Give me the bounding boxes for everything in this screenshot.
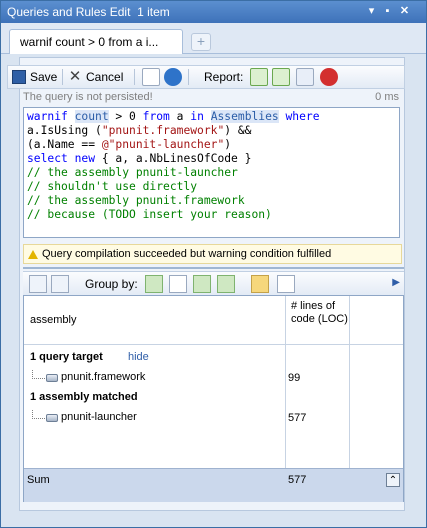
tab-strip: warnif count > 0 from a i... + [1,23,426,54]
code-token: in [183,110,211,123]
tab-label: warnif count > 0 from a i... [20,35,159,49]
code-comment: // the assembly pnunit.framework [27,194,245,207]
report-list-icon[interactable] [272,68,290,86]
results-grid: assembly # lines of code (LOC) 1 query t… [23,295,404,502]
code-comment: // the assembly pnunit-launcher [27,166,238,179]
grid-header: assembly # lines of code (LOC) [24,296,403,345]
editor-toolbar: Save ✕ Cancel Report: [7,65,405,89]
code-token: Assemblies [210,110,279,123]
code-token: select [27,152,68,165]
code-token: "pnunit.framework" [101,124,225,137]
hide-link[interactable]: hide [128,351,149,363]
report-chart-icon[interactable] [250,68,268,86]
tree-connector [32,410,47,419]
query-target-header: 1 query target [30,351,103,363]
folder-icon[interactable] [251,275,269,293]
code-token: @"pnunit-launcher" [101,138,225,151]
groupby-label: Group by: [85,277,138,291]
elapsed-time: 0 ms [375,91,399,103]
warning-text: Query compilation succeeded but warning … [42,248,332,260]
collapse-all-icon[interactable] [51,275,69,293]
code-token: ) && [224,124,252,137]
code-comment: // because (TODO insert your reason) [27,208,272,221]
code-token: from [135,110,177,123]
separator [134,69,135,85]
code-token: count [74,110,109,123]
tree-connector [32,370,47,379]
code-token: (a.Name == [27,138,102,151]
code-token: a.IsUsing ( [27,124,102,137]
report-label: Report: [204,70,244,84]
separator [188,69,189,85]
column-assembly[interactable]: assembly [30,314,76,326]
close-icon[interactable]: ✕ [398,5,411,18]
column-loc[interactable]: # lines of code (LOC) [291,300,349,326]
sum-row: Sum 577 ⌃ [24,468,403,502]
cancel-button[interactable]: ✕ Cancel [68,68,124,86]
matched-loc-value: 577 [288,412,307,424]
code-token: 0 [129,110,136,123]
splitter[interactable] [23,267,404,269]
edit-document-icon[interactable] [142,68,160,86]
code-token: ) [224,138,232,151]
dropdown-icon[interactable]: ▾ [365,5,378,18]
target-assembly-name[interactable]: pnunit.framework [61,371,145,383]
stop-icon[interactable] [320,68,338,86]
window-title: Queries and Rules Edit 1 item [7,5,170,19]
queries-rules-edit-window: Queries and Rules Edit 1 item ▾ ▪ ✕ warn… [0,0,427,528]
matched-header: 1 assembly matched [30,391,138,403]
cancel-label: Cancel [86,70,124,84]
warning-bar: Query compilation succeeded but warning … [23,244,402,264]
separator [62,69,63,85]
warning-icon [28,249,38,259]
document-icon[interactable] [277,275,295,293]
code-comment: // shouldn't use directly [27,180,198,193]
save-label: Save [30,70,58,84]
groupby-toolbar: Group by: ▶ [23,271,404,296]
status-message: The query is not persisted! [23,91,153,103]
tab-query[interactable]: warnif count > 0 from a i... [9,29,183,54]
code-token: new [74,152,96,165]
group-tree-icon[interactable] [169,275,187,293]
x-icon: ✕ [68,68,82,85]
report-table-icon[interactable] [296,68,314,86]
new-tab-button[interactable]: + [191,33,211,51]
assembly-icon [46,374,58,382]
sum-value: 577 [288,474,307,486]
help-icon[interactable] [164,68,182,86]
code-token: > [108,110,130,123]
sum-label: Sum [27,474,50,486]
group-list-icon[interactable] [193,275,211,293]
floppy-icon [12,70,26,84]
pin-icon[interactable]: ▪ [381,5,394,18]
code-token: where [278,110,320,123]
persist-status: The query is not persisted! 0 ms [23,91,399,103]
collapse-up-icon[interactable]: ⌃ [386,473,400,487]
save-button[interactable]: Save [12,68,57,86]
assembly-icon [46,414,58,422]
scroll-right-icon[interactable]: ▶ [392,277,400,288]
query-editor[interactable]: warnif count > 0 from a in Assemblies wh… [23,107,400,238]
code-token: warnif [27,110,75,123]
group-edit-icon[interactable] [217,275,235,293]
group-assembly-icon[interactable] [145,275,163,293]
expand-all-icon[interactable] [29,275,47,293]
title-bar: Queries and Rules Edit 1 item ▾ ▪ ✕ [1,1,426,23]
matched-assembly-name[interactable]: pnunit-launcher [61,411,137,423]
code-token: { a, a.NbLinesOfCode } [95,152,252,165]
column-divider [349,296,350,468]
target-loc-value: 99 [288,372,301,384]
